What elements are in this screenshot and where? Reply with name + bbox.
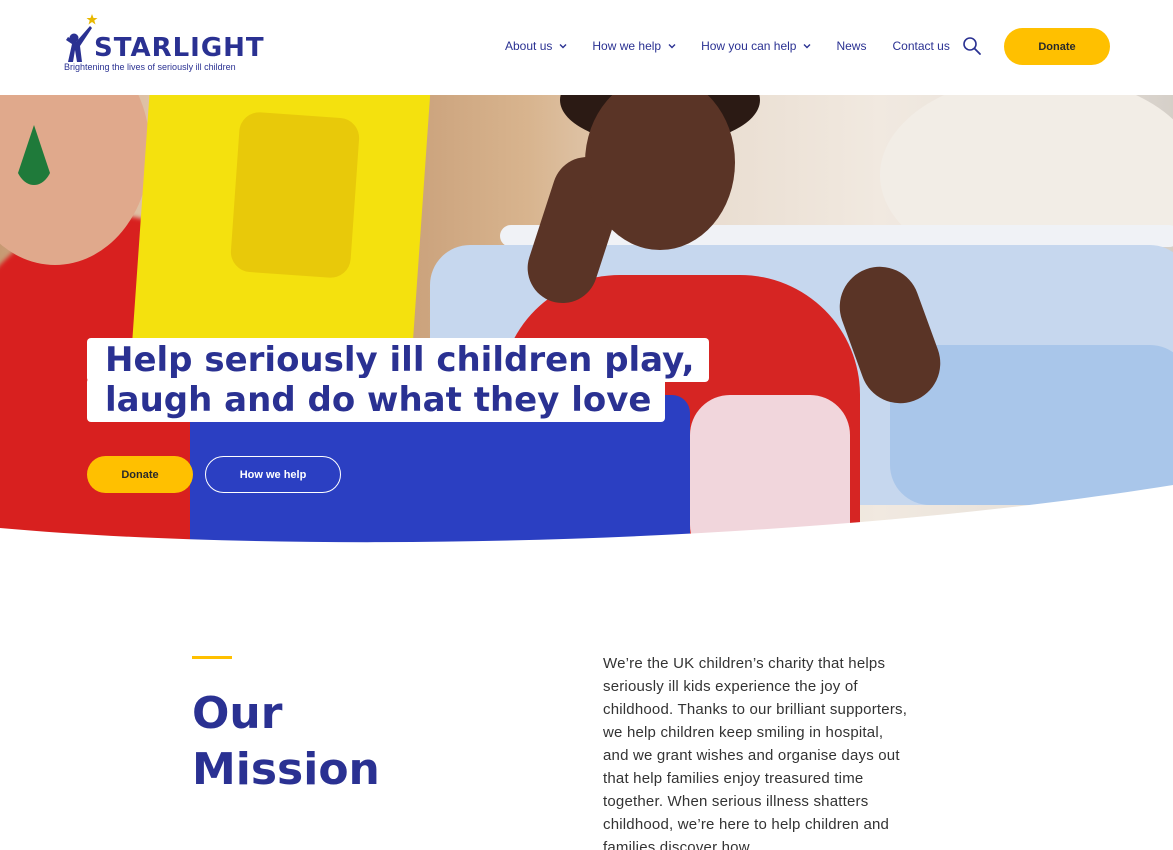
nav-item-how-you-can-help[interactable]: How you can help bbox=[701, 39, 812, 53]
chevron-down-icon bbox=[559, 44, 567, 49]
hero-how-we-help-button[interactable]: How we help bbox=[205, 456, 341, 493]
nav-item-about-us[interactable]: About us bbox=[505, 39, 568, 53]
nav-item-label: Contact us bbox=[892, 39, 950, 53]
hero-section: Help seriously ill children play, laugh … bbox=[0, 95, 1173, 555]
logo-wordmark: STARLIGHT bbox=[94, 33, 265, 63]
nav-item-label: News bbox=[836, 39, 867, 53]
hero-bottom-curve bbox=[0, 485, 1173, 555]
site-header: STARLIGHT Brightening the lives of serio… bbox=[0, 0, 1173, 95]
logo-tagline: Brightening the lives of seriously ill c… bbox=[64, 62, 236, 72]
mission-title-line-1: Our bbox=[192, 688, 283, 739]
hero-headline-line-2: laugh and do what they love bbox=[87, 378, 666, 422]
nav-item-label: How we help bbox=[592, 39, 662, 53]
chevron-down-icon bbox=[803, 44, 811, 49]
nav-item-label: About us bbox=[505, 39, 553, 53]
mission-title-line-2: Mission bbox=[192, 744, 380, 795]
logo-figure-icon bbox=[66, 14, 98, 62]
nav-item-news[interactable]: News bbox=[836, 39, 866, 53]
mission-body: We’re the UK children’s charity that hel… bbox=[603, 655, 908, 850]
header-donate-button[interactable]: Donate bbox=[1004, 28, 1110, 65]
main-nav: About us How we help How you can help Ne… bbox=[505, 38, 976, 54]
hero-headline-line-1: Help seriously ill children play, bbox=[87, 338, 709, 382]
nav-item-how-we-help[interactable]: How we help bbox=[592, 39, 677, 53]
hero-donate-button[interactable]: Donate bbox=[87, 456, 193, 493]
search-icon[interactable] bbox=[962, 36, 982, 56]
nav-item-contact-us[interactable]: Contact us bbox=[892, 39, 949, 53]
chevron-down-icon bbox=[668, 44, 676, 49]
nav-item-label: How you can help bbox=[701, 39, 797, 53]
mission-accent-bar bbox=[192, 656, 232, 659]
mission-title: Our Mission bbox=[192, 686, 492, 798]
starlight-logo[interactable]: STARLIGHT Brightening the lives of serio… bbox=[62, 12, 264, 74]
hero-headline: Help seriously ill children play, laugh … bbox=[87, 338, 709, 422]
